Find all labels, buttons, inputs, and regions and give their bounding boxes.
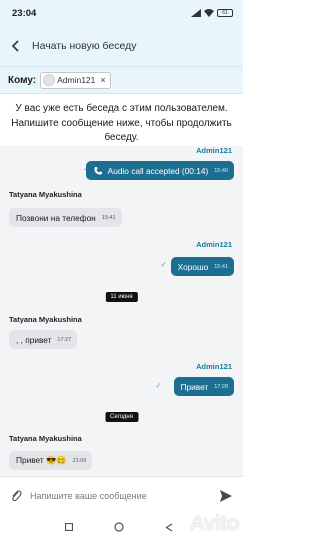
message-text: Привет 😎🥴 [16,455,67,465]
send-icon[interactable] [219,489,233,503]
message-text: Хорошо [177,261,209,272]
recipient-chip[interactable]: Admin121 × [40,71,111,89]
home-button[interactable] [114,522,124,532]
message-bubble-in[interactable]: Привет 😎🥴 21:06 [9,451,93,470]
avito-watermark: Avito [189,512,240,535]
wifi-icon [204,9,214,17]
date-separator: 11 июня [105,292,138,302]
message-bubble-out[interactable]: Audio call accepted (00:14) 15:40 [85,161,234,180]
message-bubble-out[interactable]: Привет 17:28 [173,377,234,396]
message-input[interactable] [30,490,219,501]
check-icon: ✓ [155,381,162,390]
message-text: Позвони на телефон [16,212,96,223]
check-icon: ✓ [160,260,167,269]
phone-icon [94,166,102,175]
message-time: 15:41 [101,214,116,221]
paperclip-icon[interactable] [10,489,22,503]
message-sender: Admin121 [196,362,232,371]
chat-area[interactable]: Admin121 ✓ Audio call accepted (00:14) 1… [0,146,243,476]
message-composer [0,476,243,514]
message-sender: Tatyana Myakushina [9,190,82,199]
message-sender: Admin121 [196,240,232,249]
back-arrow-icon[interactable] [8,38,24,54]
page-title: Начать новую беседу [32,40,137,52]
status-bar: 23:04 61 [0,0,243,26]
message-time: 15:40 [214,167,228,174]
message-time: 21:06 [72,457,87,464]
date-separator: Сегодня [105,412,138,422]
message-time: 15:41 [214,263,228,270]
recipient-label: Кому: [8,74,37,86]
message-text: Audio call accepted (00:14) [107,165,209,176]
message-sender: Tatyana Myakushina [9,434,82,443]
recent-apps-button[interactable] [65,523,74,531]
message-time: 17:28 [214,383,228,390]
remove-recipient-icon[interactable]: × [100,75,105,85]
recipient-row: Кому: Admin121 × [0,66,243,94]
message-time: 17:27 [57,336,72,343]
app-bar: Начать новую беседу [0,26,243,66]
status-time: 23:04 [12,7,37,19]
message-sender: Admin121 [196,146,232,155]
message-text: Привет [180,381,209,392]
avatar [43,74,56,86]
message-sender: Tatyana Myakushina [9,315,82,324]
message-bubble-in[interactable]: , , привет 17:27 [9,330,78,349]
message-text: , , привет [16,334,52,345]
signal-icon [191,9,201,17]
recipient-name: Admin121 [57,75,96,85]
back-button[interactable] [165,522,173,532]
message-bubble-in[interactable]: Позвони на телефон 15:41 [9,208,122,227]
battery-icon: 61 [217,9,233,17]
status-icons: 61 [191,9,233,17]
message-bubble-out[interactable]: Хорошо 15:41 [170,257,234,276]
